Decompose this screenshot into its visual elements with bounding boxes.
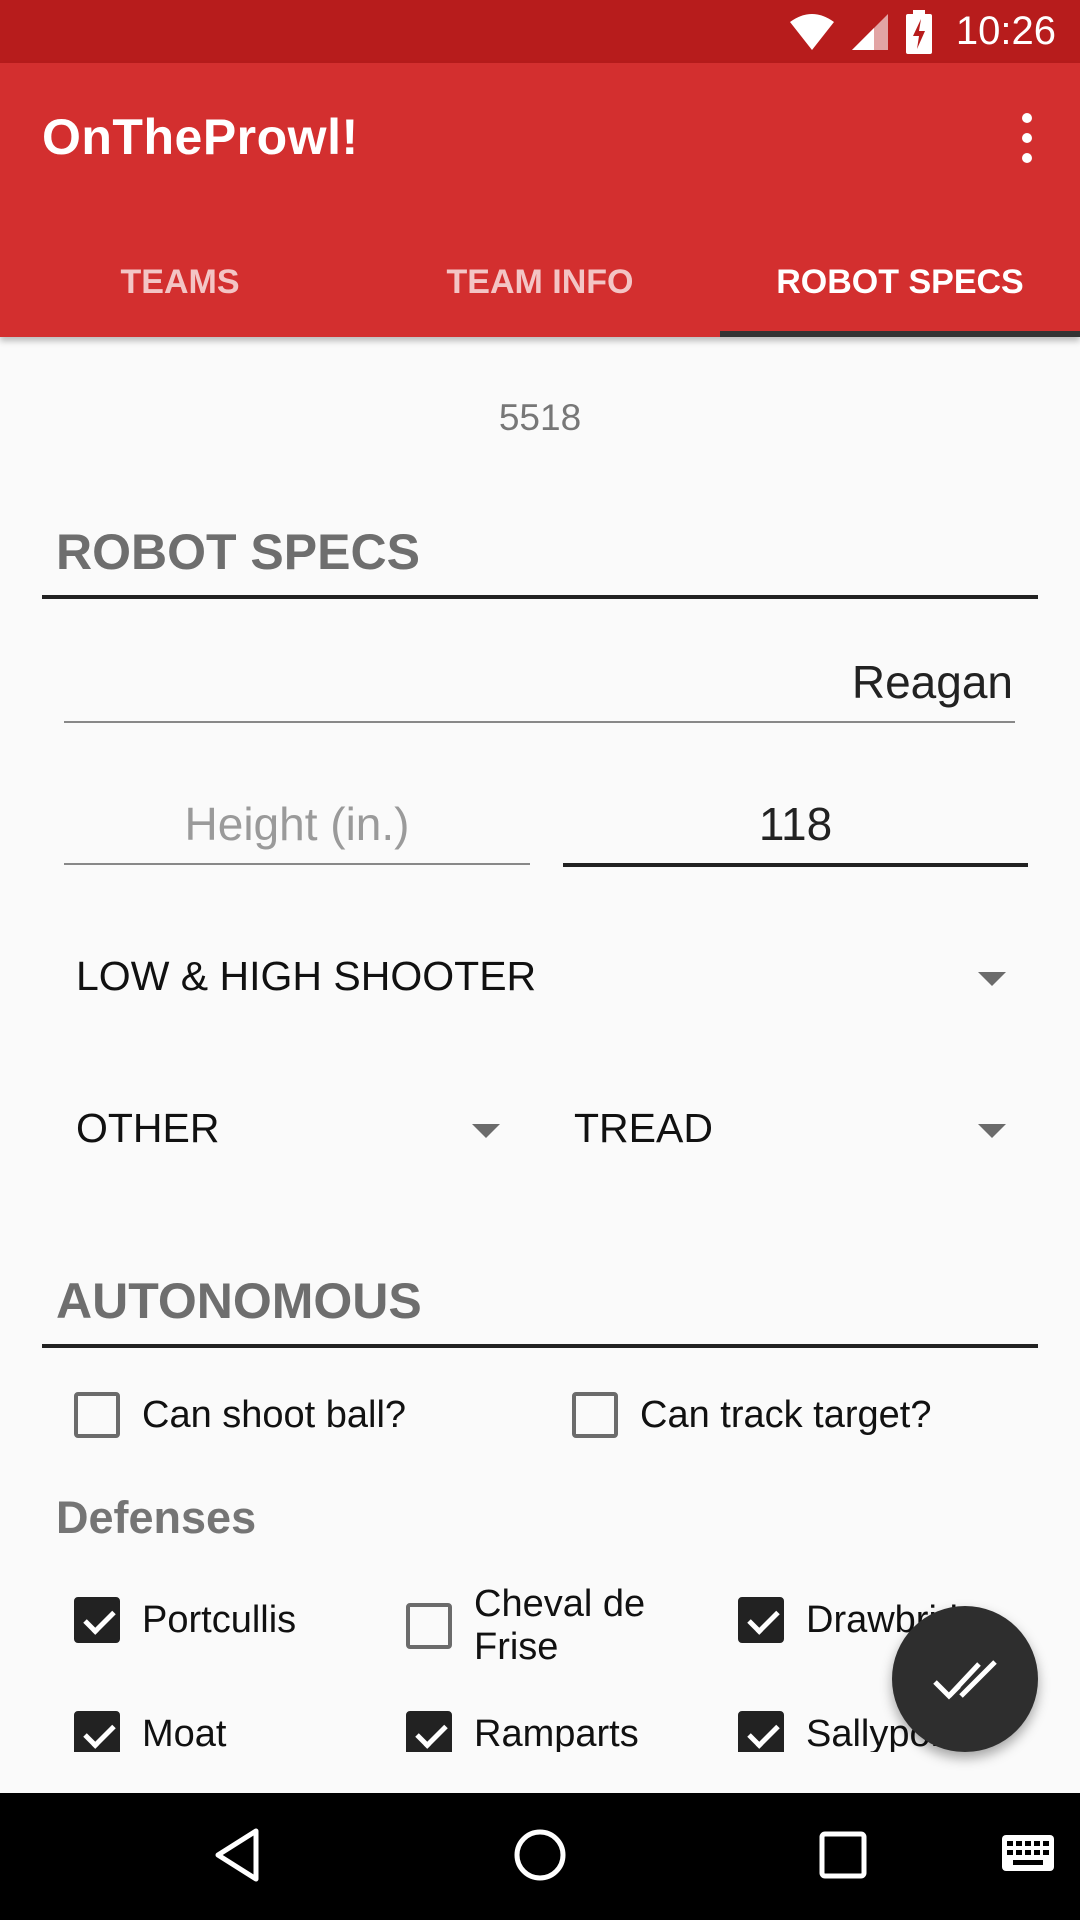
dropdown-arrow-icon (472, 1124, 500, 1138)
dropdown-arrow-icon (978, 972, 1006, 986)
can-track-target-label: Can track target? (640, 1393, 932, 1436)
defense-label: Cheval de Frise (474, 1583, 646, 1668)
checkbox-unchecked-icon[interactable] (406, 1603, 452, 1649)
battery-charging-icon (906, 10, 932, 54)
recents-icon[interactable] (818, 1825, 868, 1885)
save-fab-button[interactable] (892, 1606, 1038, 1752)
defense-label: Ramparts (474, 1712, 639, 1753)
defense-ramparts-checkbox[interactable]: Ramparts (406, 1711, 639, 1752)
checkbox-checked-icon[interactable] (74, 1597, 120, 1643)
height-field[interactable]: Height (in.) (64, 787, 530, 865)
can-track-target-checkbox[interactable]: Can track target? (572, 1392, 931, 1438)
autonomous-header: AUTONOMOUS (42, 1266, 1038, 1348)
home-icon[interactable] (510, 1825, 570, 1885)
app-bar: OnTheProwl! TEAMS TEAM INFO ROBOT SPECS (0, 63, 1080, 337)
done-all-icon (933, 1660, 997, 1700)
checkbox-checked-icon[interactable] (74, 1711, 120, 1752)
more-vert-icon[interactable] (1014, 113, 1040, 163)
cell-signal-icon (852, 14, 888, 50)
team-number: 5518 (498, 397, 582, 438)
tab-teams[interactable]: TEAMS (0, 227, 360, 337)
can-shoot-ball-label: Can shoot ball? (142, 1393, 407, 1436)
shooter-select-value: LOW & HIGH SHOOTER (76, 953, 537, 999)
defense-portcullis-checkbox[interactable]: Portcullis (74, 1597, 296, 1643)
keyboard-icon[interactable] (1000, 1833, 1056, 1873)
autonomous-header-label: AUTONOMOUS (56, 1273, 422, 1329)
defenses-header: Defenses (56, 1492, 257, 1543)
defense-moat-checkbox[interactable]: Moat (74, 1711, 226, 1752)
tab-team-info[interactable]: TEAM INFO (360, 227, 720, 337)
status-icons (790, 10, 932, 54)
tab-bar: TEAMS TEAM INFO ROBOT SPECS (0, 227, 1080, 337)
checkbox-unchecked-icon[interactable] (572, 1392, 618, 1438)
robot-name-value: Reagan (851, 656, 1013, 708)
checkbox-checked-icon[interactable] (406, 1711, 452, 1752)
back-icon[interactable] (212, 1825, 262, 1885)
defense-label: Portcullis (142, 1598, 297, 1641)
shooter-select[interactable]: LOW & HIGH SHOOTER (42, 937, 1038, 1017)
other-select[interactable]: OTHER (42, 1089, 532, 1169)
checkbox-unchecked-icon[interactable] (74, 1392, 120, 1438)
tab-robot-specs[interactable]: ROBOT SPECS (720, 227, 1080, 337)
status-bar: 10:26 (0, 0, 1080, 63)
wifi-icon (790, 14, 834, 50)
height-placeholder: Height (in.) (184, 798, 410, 850)
checkbox-checked-icon[interactable] (738, 1597, 784, 1643)
navigation-bar (0, 1793, 1080, 1920)
robot-specs-form[interactable]: 5518 ROBOT SPECS Reagan Height (in.) 118… (0, 337, 1080, 1752)
drive-select[interactable]: TREAD (540, 1089, 1038, 1169)
robot-specs-header-label: ROBOT SPECS (56, 524, 420, 580)
can-shoot-ball-checkbox[interactable]: Can shoot ball? (74, 1392, 406, 1438)
defense-label: Moat (142, 1712, 227, 1753)
checkbox-checked-icon[interactable] (738, 1711, 784, 1752)
robot-specs-header: ROBOT SPECS (42, 517, 1038, 599)
weight-field[interactable]: 118 (563, 787, 1028, 867)
other-select-value: OTHER (76, 1105, 220, 1151)
defense-cheval-de-frise-checkbox[interactable]: Cheval de Frise (406, 1583, 656, 1669)
app-title: OnTheProwl! (42, 109, 359, 165)
robot-name-field[interactable]: Reagan (64, 645, 1015, 723)
weight-value: 118 (758, 798, 833, 850)
status-time: 10:26 (955, 9, 1056, 53)
drive-select-value: TREAD (574, 1105, 713, 1151)
dropdown-arrow-icon (978, 1124, 1006, 1138)
